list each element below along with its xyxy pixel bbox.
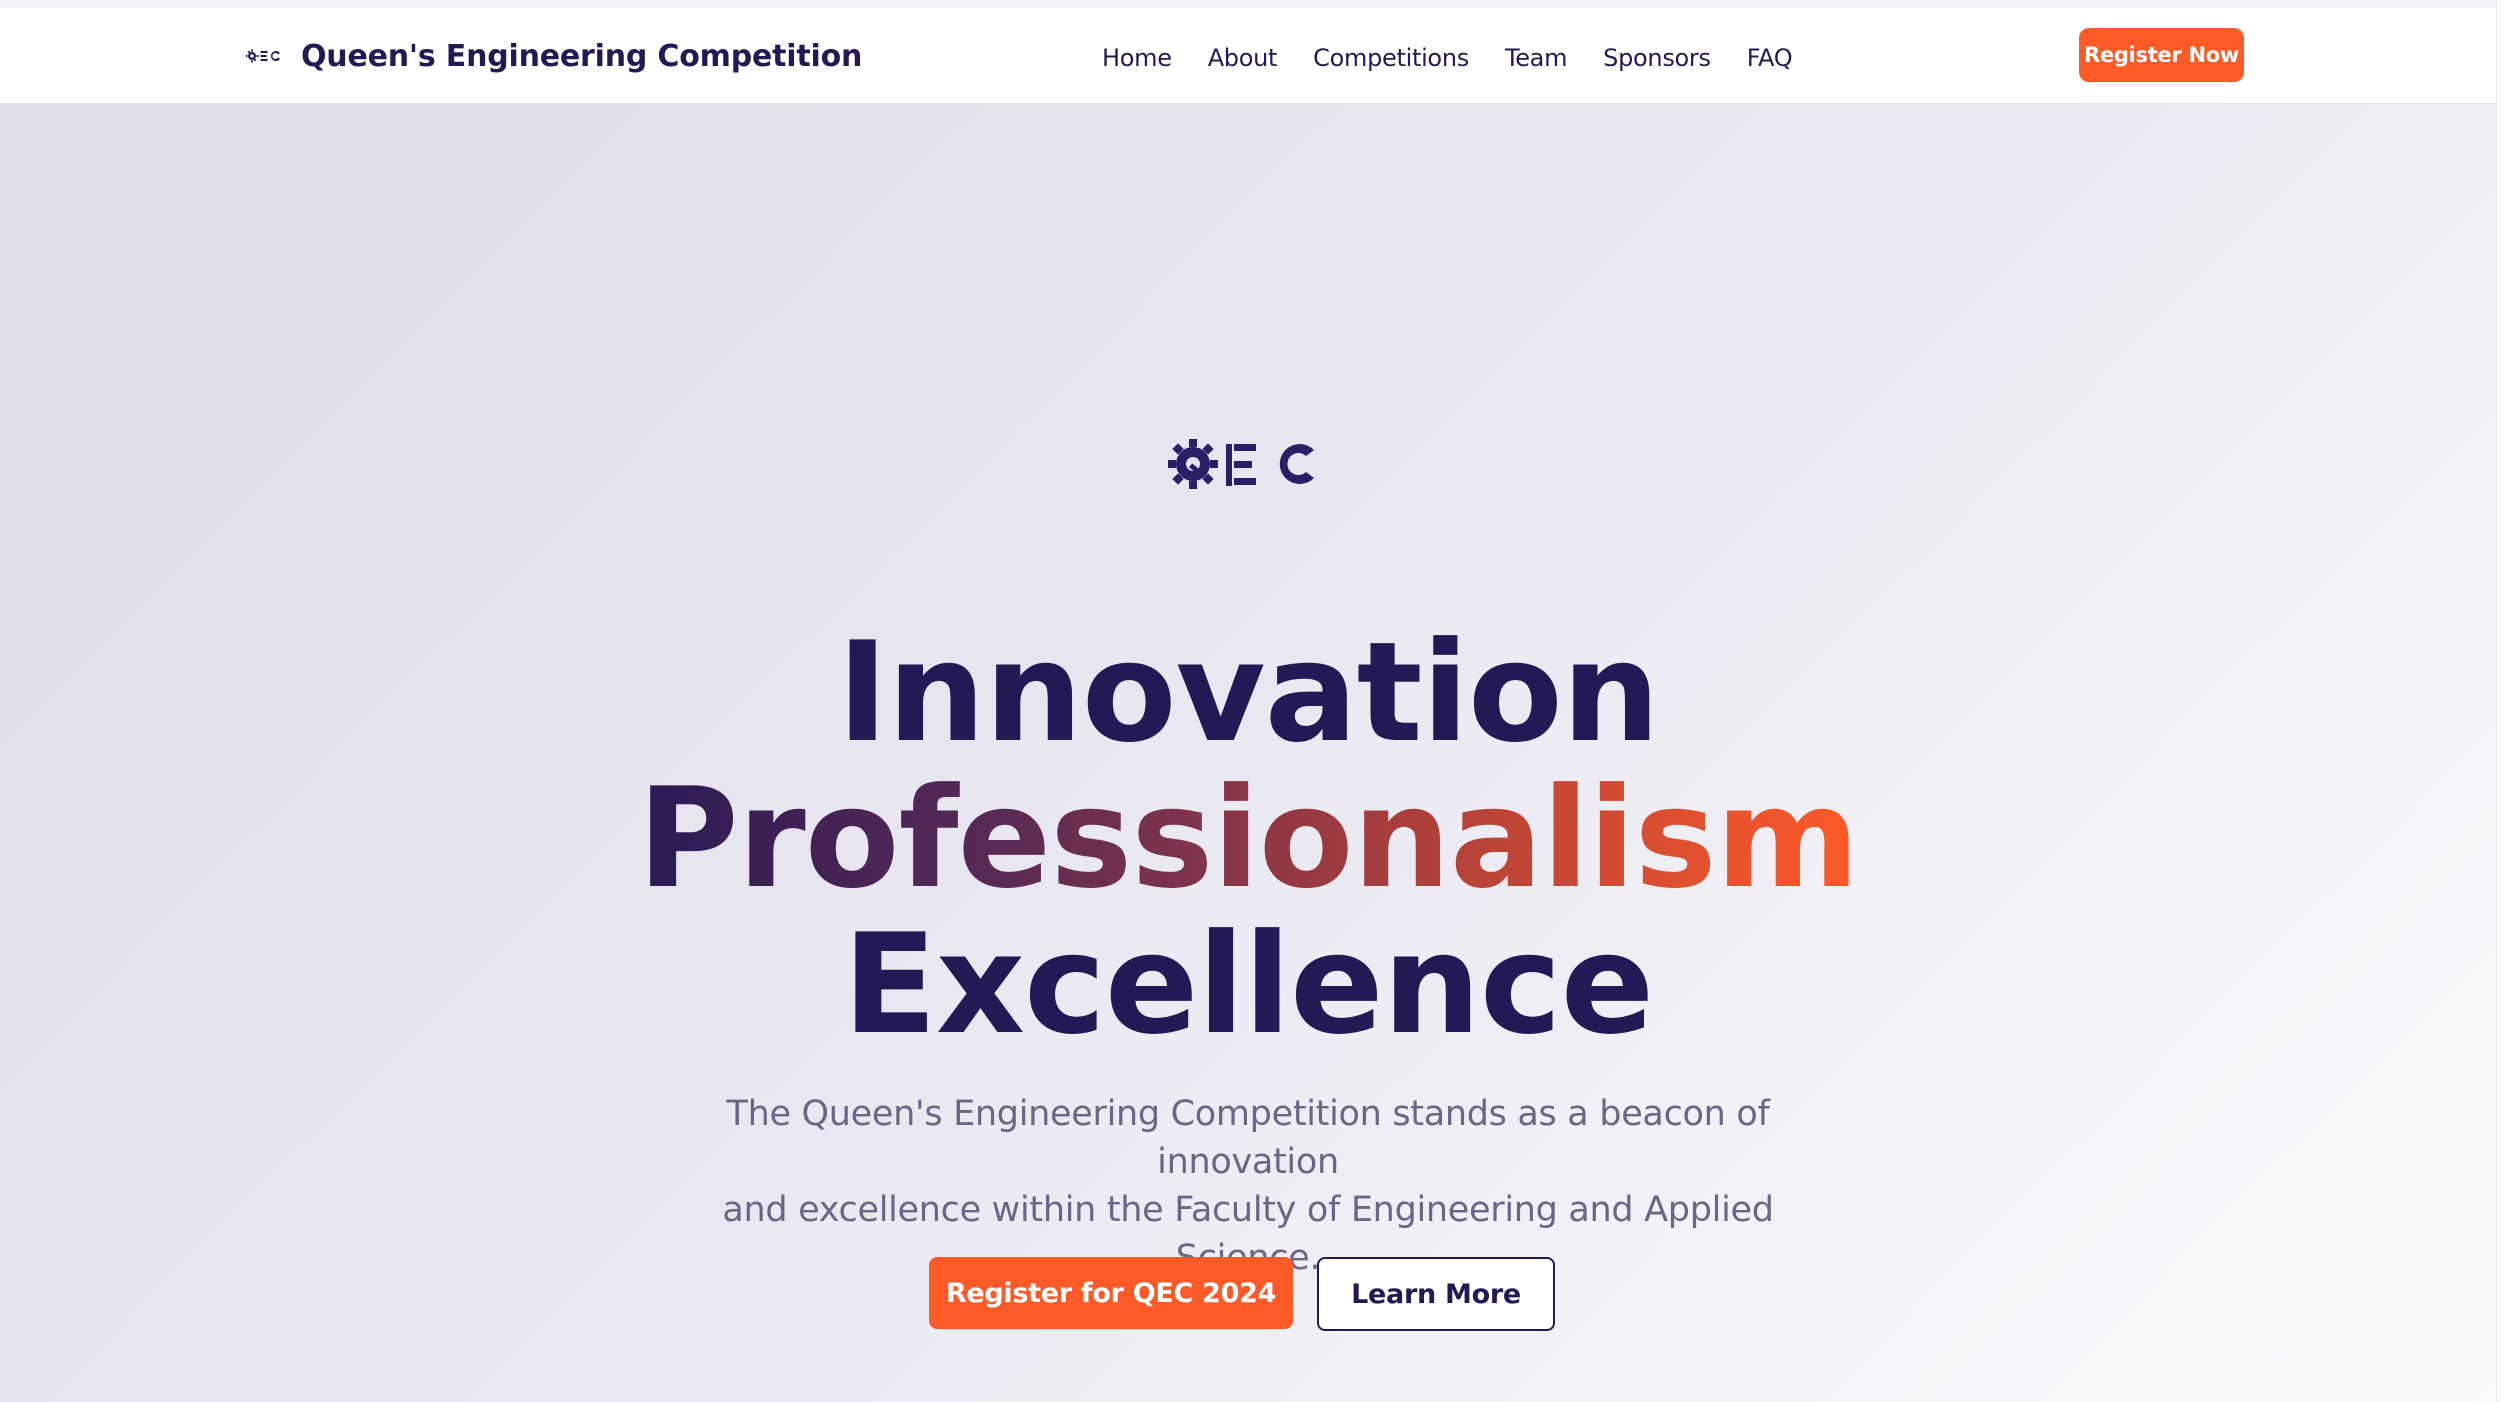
hero-headline: Innovation Professionalism Excellence — [0, 620, 2496, 1058]
subtitle-line-1: The Queen's Engineering Competition stan… — [726, 1094, 1770, 1182]
qec-hero-logo-icon — [1168, 439, 1314, 489]
main-nav: Home About Competitions Team Sponsors FA… — [1102, 38, 1793, 78]
brand-home-link[interactable]: Queen's Engineering Competition — [246, 36, 862, 76]
headline-excellence: Excellence — [842, 904, 1655, 1065]
register-now-button[interactable]: Register Now — [2079, 28, 2244, 82]
register-qec-2024-button[interactable]: Register for QEC 2024 — [929, 1257, 1293, 1329]
nav-about[interactable]: About — [1208, 44, 1278, 72]
nav-home[interactable]: Home — [1102, 44, 1172, 72]
site-title: Queen's Engineering Competition — [301, 38, 863, 74]
nav-competitions[interactable]: Competitions — [1313, 44, 1469, 72]
browser-top-strip — [0, 0, 2503, 8]
headline-innovation: Innovation — [836, 612, 1660, 773]
nav-faq[interactable]: FAQ — [1747, 44, 1793, 72]
qec-logo-icon — [246, 49, 280, 63]
nav-team[interactable]: Team — [1505, 44, 1568, 72]
headline-professionalism: Professionalism — [637, 758, 1860, 919]
learn-more-button[interactable]: Learn More — [1317, 1257, 1555, 1331]
scrollbar-track[interactable] — [2496, 0, 2503, 1402]
hero-subtitle: The Queen's Engineering Competition stan… — [648, 1090, 1848, 1282]
top-navbar: Queen's Engineering Competition Home Abo… — [0, 8, 2496, 104]
hero-button-group: Register for QEC 2024 Learn More — [929, 1257, 1555, 1331]
nav-sponsors[interactable]: Sponsors — [1603, 44, 1711, 72]
